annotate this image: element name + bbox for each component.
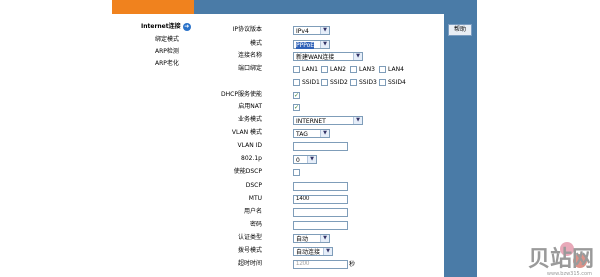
mtu-label: MTU: [248, 195, 262, 202]
lan1-label: LAN1: [302, 66, 318, 73]
lan4-label: LAN4: [388, 66, 404, 73]
chevron-down-icon: ▼: [353, 117, 362, 124]
vlan-mode-value: TAG: [296, 131, 308, 138]
sidebar-item-arp-detect[interactable]: ARP检测: [155, 46, 179, 55]
ssid2-checkbox[interactable]: [321, 79, 328, 86]
ip-version-value: IPv4: [296, 28, 309, 35]
conn-name-label: 连接名称: [237, 52, 262, 59]
ssid1-checkbox[interactable]: [293, 79, 300, 86]
arrow-right-icon: ➜: [182, 22, 191, 31]
service-mode-label: 业务模式: [237, 116, 262, 123]
dial-mode-value: 自动连接: [296, 249, 321, 256]
top-bar-right: [194, 0, 477, 14]
dial-mode-select[interactable]: 自动连接 ▼: [293, 247, 333, 256]
top-bar-left: [112, 0, 194, 14]
sidebar-item-label: ARP老化: [155, 60, 179, 67]
lan2-label: LAN2: [330, 66, 346, 73]
chevron-down-icon: ▼: [320, 235, 329, 242]
conn-name-select[interactable]: 新建WAN连接 ▼: [293, 52, 363, 61]
sidebar-item-label: Internet连接: [141, 23, 181, 30]
vlan-id-label: VLAN ID: [237, 142, 262, 149]
service-mode-select[interactable]: INTERNET ▼: [293, 116, 363, 125]
sidebar-item-arp-aging[interactable]: ARP老化: [155, 58, 179, 67]
ssid4-label: SSID4: [388, 79, 406, 86]
dhcp-checkbox[interactable]: ✓: [293, 92, 300, 99]
vlan-mode-label: VLAN 模式: [231, 129, 262, 136]
lan1-checkbox[interactable]: [293, 66, 300, 73]
lan2-checkbox[interactable]: [321, 66, 328, 73]
auth-type-select[interactable]: 自动 ▼: [293, 234, 330, 243]
nat-checkbox[interactable]: ✓: [293, 104, 300, 111]
sidebar-item-label: 绑定模式: [155, 36, 180, 43]
mode-value: PPPoE: [296, 42, 315, 49]
auth-type-label: 认证类型: [237, 234, 262, 241]
chevron-down-icon: ▼: [323, 248, 332, 255]
auth-type-value: 自动: [296, 236, 309, 243]
nat-label: 启用NAT: [238, 103, 262, 110]
ssid2-label: SSID2: [330, 79, 348, 86]
dot1p-select[interactable]: 0 ▼: [293, 155, 317, 164]
lan3-label: LAN3: [359, 66, 375, 73]
conn-name-value: 新建WAN连接: [296, 54, 335, 61]
dscp-enable-checkbox[interactable]: [293, 169, 300, 176]
dscp-label: DSCP: [245, 182, 262, 189]
idle-timeout-label: 超时时间: [237, 260, 262, 267]
idle-timeout-unit: 秒: [349, 261, 356, 268]
ssid3-label: SSID3: [359, 79, 377, 86]
vlan-id-input[interactable]: [293, 142, 348, 151]
chevron-down-icon: ▼: [320, 130, 329, 137]
sidebar-item-bind-mode[interactable]: 绑定模式: [155, 34, 179, 43]
ip-version-label: IP协议版本: [232, 26, 262, 33]
sidebar: Internet连接 ➜ 绑定模式 ARP检测 ARP老化: [112, 14, 194, 277]
ssid3-checkbox[interactable]: [350, 79, 357, 86]
vlan-mode-select[interactable]: TAG ▼: [293, 129, 330, 138]
chevron-down-icon: ▼: [320, 41, 329, 48]
help-button[interactable]: 帮助: [448, 24, 472, 36]
dial-mode-label: 拨号模式: [237, 247, 262, 254]
dot1p-label: 802.1p: [241, 155, 262, 162]
service-mode-value: INTERNET: [296, 118, 326, 125]
sidebar-item-internet[interactable]: Internet连接 ➜: [141, 21, 191, 31]
username-label: 用户名: [243, 208, 262, 215]
right-panel: [444, 14, 477, 277]
password-input[interactable]: [293, 221, 348, 230]
sidebar-item-label: ARP检测: [155, 48, 179, 55]
dscp-enable-label: 使能DSCP: [233, 168, 262, 175]
mtu-input[interactable]: [293, 195, 348, 204]
port-bind-label: 端口绑定: [237, 65, 262, 72]
watermark-url: www.bzw315.com: [546, 271, 592, 277]
ssid4-checkbox[interactable]: [379, 79, 386, 86]
dscp-input[interactable]: [293, 182, 348, 191]
ssid1-label: SSID1: [302, 79, 320, 86]
password-label: 密码: [249, 221, 262, 228]
lan4-checkbox[interactable]: [379, 66, 386, 73]
chevron-down-icon: ▼: [320, 27, 329, 34]
ip-version-select[interactable]: IPv4 ▼: [293, 26, 330, 35]
mode-select[interactable]: PPPoE ▼: [293, 40, 330, 49]
chevron-down-icon: ▼: [307, 156, 316, 163]
mode-label: 模式: [249, 40, 262, 47]
watermark-logo: 贝站网: [527, 247, 594, 272]
idle-timeout-input[interactable]: [293, 260, 348, 269]
dot1p-value: 0: [296, 157, 300, 164]
lan3-checkbox[interactable]: [350, 66, 357, 73]
chevron-down-icon: ▼: [353, 53, 362, 60]
username-input[interactable]: [293, 208, 348, 217]
dhcp-label: DHCP服务使能: [221, 91, 262, 98]
